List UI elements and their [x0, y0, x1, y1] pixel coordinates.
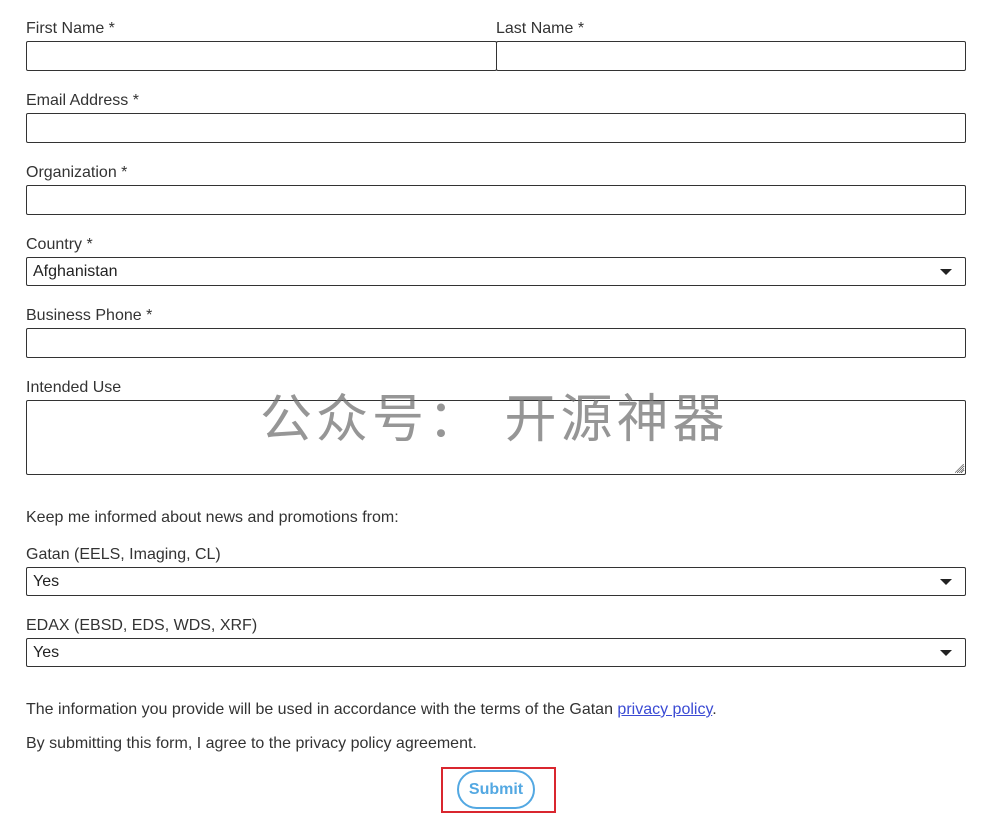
- privacy-notice-text: The information you provide will be used…: [26, 701, 618, 718]
- edax-select[interactable]: Yes: [26, 638, 966, 667]
- last-name-input[interactable]: [496, 41, 966, 71]
- business-phone-input[interactable]: [26, 328, 966, 358]
- first-name-input[interactable]: [26, 41, 497, 71]
- first-name-label: First Name *: [26, 20, 115, 37]
- privacy-notice-period: .: [712, 701, 717, 718]
- organization-input[interactable]: [26, 185, 966, 215]
- agreement-text: By submitting this form, I agree to the …: [26, 735, 477, 752]
- email-label: Email Address *: [26, 92, 139, 109]
- chevron-down-icon: [940, 269, 952, 275]
- email-input[interactable]: [26, 113, 966, 143]
- edax-selected-value: Yes: [33, 644, 60, 661]
- gatan-selected-value: Yes: [33, 573, 60, 590]
- country-select[interactable]: Afghanistan: [26, 257, 966, 286]
- country-selected-value: Afghanistan: [33, 263, 118, 280]
- chevron-down-icon: [940, 650, 952, 656]
- intended-use-wrapper: [26, 400, 966, 475]
- intended-use-label: Intended Use: [26, 379, 122, 396]
- business-phone-label: Business Phone *: [26, 307, 153, 324]
- edax-label: EDAX (EBSD, EDS, WDS, XRF): [26, 617, 258, 634]
- submit-button[interactable]: Submit: [457, 770, 535, 809]
- organization-label: Organization *: [26, 164, 128, 181]
- privacy-policy-link[interactable]: privacy policy: [617, 701, 712, 718]
- chevron-down-icon: [940, 579, 952, 585]
- country-label: Country *: [26, 236, 93, 253]
- privacy-notice: The information you provide will be used…: [26, 701, 717, 719]
- intended-use-textarea[interactable]: [26, 400, 966, 475]
- subscribe-heading: Keep me informed about news and promotio…: [26, 509, 399, 526]
- gatan-label: Gatan (EELS, Imaging, CL): [26, 546, 221, 563]
- resize-handle-icon[interactable]: [955, 464, 964, 473]
- last-name-label: Last Name *: [496, 20, 585, 37]
- gatan-select[interactable]: Yes: [26, 567, 966, 596]
